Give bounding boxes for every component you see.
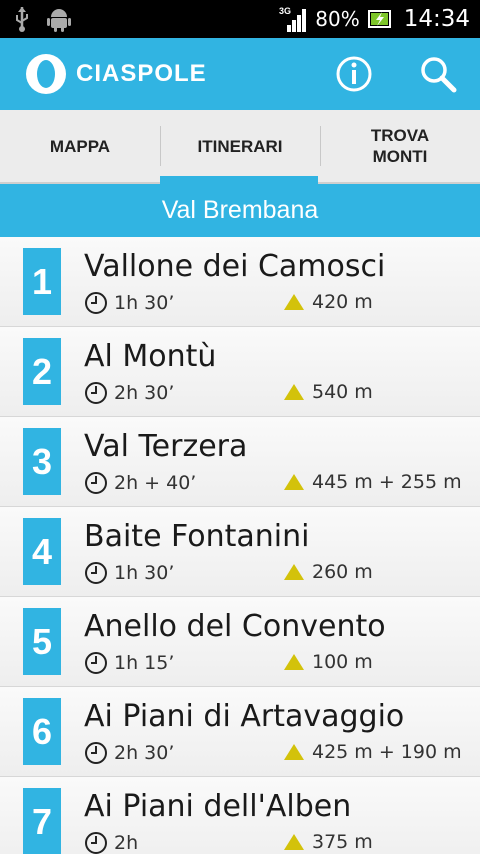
route-elevation: 445 m + 255 m [283, 471, 462, 493]
route-duration: 1h 30’ [84, 291, 174, 315]
search-icon[interactable] [418, 54, 458, 94]
elevation-text: 420 m [312, 291, 373, 313]
duration-text: 1h 30’ [114, 562, 175, 584]
route-name: Ai Piani di Artavaggio [84, 699, 405, 734]
battery-icon [367, 10, 391, 28]
tab-label-line: TROVA [370, 126, 430, 145]
system-status: 3G 80% 14:34 [279, 0, 470, 38]
route-elevation: 100 m [283, 651, 373, 673]
route-elevation: 260 m [283, 561, 373, 583]
route-elevation: 540 m [283, 381, 373, 403]
region-header: Val Brembana [0, 184, 480, 237]
clock-icon [85, 562, 107, 584]
clock-icon [85, 292, 107, 314]
android-icon [47, 9, 71, 32]
duration-text: 2h [114, 832, 139, 854]
signal-icon: 3G [279, 6, 307, 32]
usb-icon [16, 7, 28, 32]
clock-icon [85, 382, 107, 404]
clock-icon [85, 832, 107, 854]
tab-bar: MAPPA ITINERARI TROVA MONTI [0, 110, 480, 184]
route-number: 7 [23, 788, 61, 854]
route-duration: 2h 30’ [84, 741, 174, 765]
battery-percent: 80% [315, 7, 360, 31]
elevation-icon [284, 474, 304, 490]
elevation-icon [284, 294, 304, 310]
tab-itinerari[interactable]: ITINERARI [160, 110, 320, 184]
elevation-text: 425 m + 190 m [312, 741, 462, 763]
route-number: 5 [23, 608, 61, 675]
tab-label: MAPPA [49, 136, 111, 156]
duration-text: 1h 30’ [114, 292, 175, 314]
route-duration: 2h 30’ [84, 381, 174, 405]
route-number: 2 [23, 338, 61, 405]
clock-icon [85, 652, 107, 674]
list-item[interactable]: 6 Ai Piani di Artavaggio 2h 30’ 425 m + … [0, 687, 480, 777]
clock-icon [85, 472, 107, 494]
elevation-text: 540 m [312, 381, 373, 403]
elevation-text: 260 m [312, 561, 373, 583]
route-elevation: 425 m + 190 m [283, 741, 462, 763]
route-name: Baite Fontanini [84, 519, 310, 554]
route-number: 1 [23, 248, 61, 315]
tab-trova-monti[interactable]: TROVA MONTI [320, 110, 480, 182]
route-number: 3 [23, 428, 61, 495]
tab-mappa[interactable]: MAPPA [0, 110, 160, 182]
list-item[interactable]: 7 Ai Piani dell'Alben 2h 375 m [0, 777, 480, 854]
elevation-text: 375 m [312, 831, 373, 853]
clock-time: 14:34 [403, 6, 470, 32]
tab-label: ITINERARI [197, 136, 283, 156]
route-name: Anello del Convento [84, 609, 386, 644]
info-icon[interactable] [334, 54, 374, 94]
route-elevation: 420 m [283, 291, 373, 313]
elevation-icon [284, 384, 304, 400]
route-duration: 1h 30’ [84, 561, 174, 585]
duration-text: 1h 15’ [114, 652, 175, 674]
tab-label: TROVA MONTI [371, 125, 429, 167]
elevation-icon [284, 834, 304, 850]
notification-icons [14, 6, 72, 32]
tab-label-line: MONTI [372, 147, 428, 166]
list-item[interactable]: 4 Baite Fontanini 1h 30’ 260 m [0, 507, 480, 597]
elevation-icon [284, 744, 304, 760]
list-item[interactable]: 2 Al Montù 2h 30’ 540 m [0, 327, 480, 417]
status-bar: 3G 80% 14:34 [0, 0, 480, 38]
elevation-text: 100 m [312, 651, 373, 673]
duration-text: 2h + 40’ [114, 472, 197, 494]
route-number: 6 [23, 698, 61, 765]
action-bar: CIASPOLE [0, 38, 480, 110]
route-number: 4 [23, 518, 61, 585]
elevation-icon [284, 654, 304, 670]
list-item[interactable]: 5 Anello del Convento 1h 15’ 100 m [0, 597, 480, 687]
route-duration: 1h 15’ [84, 651, 174, 675]
duration-text: 2h 30’ [114, 742, 175, 764]
elevation-icon [284, 564, 304, 580]
route-duration: 2h [84, 831, 138, 854]
app-name: CIASPOLE [76, 60, 207, 87]
list-item[interactable]: 1 Vallone dei Camosci 1h 30’ 420 m [0, 237, 480, 327]
route-duration: 2h + 40’ [84, 471, 196, 495]
app-logo: CIASPOLE [26, 54, 207, 94]
route-name: Vallone dei Camosci [84, 249, 386, 284]
route-name: Ai Piani dell'Alben [84, 789, 352, 824]
route-name: Al Montù [84, 339, 217, 374]
elevation-text: 445 m + 255 m [312, 471, 462, 493]
logo-icon [26, 54, 66, 94]
list-item[interactable]: 3 Val Terzera 2h + 40’ 445 m + 255 m [0, 417, 480, 507]
clock-icon [85, 742, 107, 764]
route-list: 1 Vallone dei Camosci 1h 30’ 420 m 2 Al … [0, 237, 480, 854]
duration-text: 2h 30’ [114, 382, 175, 404]
network-type: 3G [279, 6, 291, 16]
route-elevation: 375 m [283, 831, 373, 853]
route-name: Val Terzera [84, 429, 248, 464]
